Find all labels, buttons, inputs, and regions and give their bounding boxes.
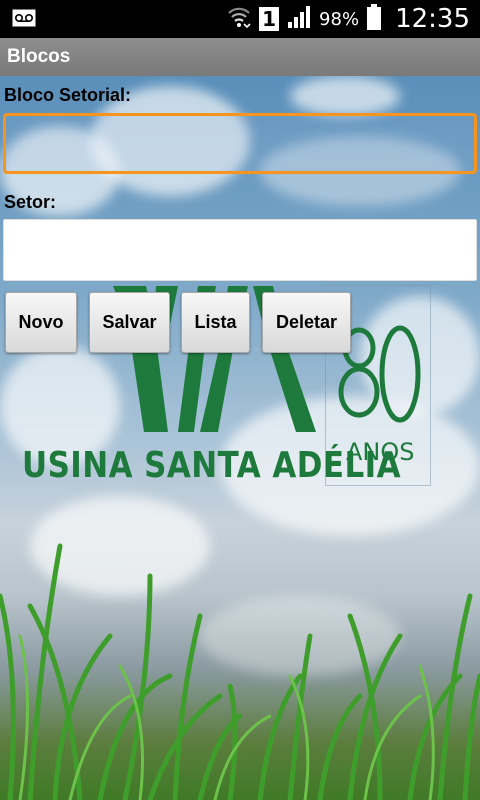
voicemail-icon bbox=[12, 9, 36, 31]
action-bar: Blocos bbox=[0, 38, 480, 76]
app-title: Blocos bbox=[7, 46, 71, 67]
salvar-button[interactable]: Salvar bbox=[89, 292, 170, 353]
sim-icon: 1 bbox=[259, 7, 280, 31]
clock: 12:35 bbox=[395, 4, 470, 34]
setor-label: Setor: bbox=[4, 192, 57, 212]
setor-input[interactable] bbox=[3, 219, 477, 281]
wifi-icon bbox=[227, 4, 251, 34]
bloco-setorial-label: Bloco Setorial: bbox=[4, 85, 132, 105]
deletar-button[interactable]: Deletar bbox=[262, 292, 351, 353]
battery-icon bbox=[367, 4, 382, 34]
status-bar: 1 98% 12:35 bbox=[0, 0, 480, 38]
signal-icon bbox=[287, 5, 311, 33]
anniversary-word: ANOS bbox=[346, 438, 415, 466]
battery-percent: 98% bbox=[319, 8, 360, 30]
bloco-setorial-input[interactable] bbox=[3, 113, 477, 174]
lista-button[interactable]: Lista bbox=[181, 292, 250, 353]
novo-button[interactable]: Novo bbox=[5, 292, 77, 353]
